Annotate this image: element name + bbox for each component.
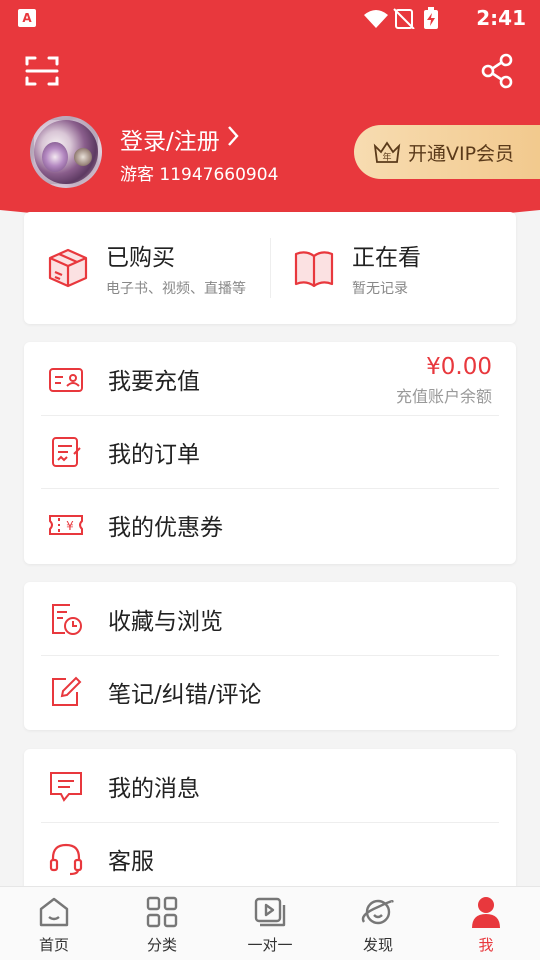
login-register-label: 登录/注册 [120,129,220,155]
tab-discover-label: 发现 [362,936,393,954]
messages-label: 我的消息 [108,775,200,802]
purchased-subtitle: 电子书、视频、直播等 [106,281,246,297]
home-icon [39,897,69,927]
battery-charging-icon [424,7,438,29]
orders-label: 我的订单 [108,442,200,468]
support-menu: 我的消息 客服 [24,749,516,899]
svg-text:¥: ¥ [66,519,74,533]
messages-item[interactable]: 我的消息 [24,749,516,822]
bottom-tab-bar: 首页 分类 一对一 发现 我 [0,886,540,960]
open-vip-button[interactable]: 年 开通VIP会员 [354,125,540,179]
tab-home-label: 首页 [38,936,69,954]
customer-service-item[interactable]: 客服 [41,822,499,895]
purchased-title: 已购买 [106,245,175,271]
customer-service-label: 客服 [108,849,154,875]
video-icon [254,897,286,927]
coupons-item[interactable]: ¥ 我的优惠券 [41,488,499,561]
history-icon [52,603,82,635]
tab-discover[interactable]: 发现 [324,887,432,960]
balance-label: 充值账户余额 [395,387,492,406]
box-icon [48,248,88,288]
tab-me[interactable]: 我 [432,887,540,960]
favorites-history-label: 收藏与浏览 [108,608,223,635]
coupon-icon: ¥ [49,515,83,535]
tab-category-label: 分类 [146,936,177,954]
open-vip-label: 开通VIP会员 [408,142,515,165]
id-card-icon [49,367,83,392]
summary-card: 已购买 电子书、视频、直播等 正在看 暂无记录 [24,212,516,324]
balance: ¥0.00 充值账户余额 [396,354,492,407]
headset-icon [49,843,83,876]
chevron-right-icon [226,125,240,153]
status-icons [362,7,448,33]
purchased-entry[interactable]: 已购买 电子书、视频、直播等 [24,212,270,324]
activity-menu: 收藏与浏览 笔记/纠错/评论 [24,582,516,730]
watching-title: 正在看 [352,245,421,271]
share-icon[interactable] [480,53,516,89]
svg-text:年: 年 [382,151,391,163]
favorites-history-item[interactable]: 收藏与浏览 [24,582,516,655]
scan-icon[interactable] [24,53,60,89]
user-icon [472,897,500,928]
app-notification-icon: A [18,9,36,27]
clock: 2:41 [476,6,526,30]
watching-entry[interactable]: 正在看 暂无记录 [270,212,516,324]
account-menu: 我要充值 ¥0.00 充值账户余额 我的订单 ¥ 我的优惠券 [24,342,516,564]
planet-icon [361,899,394,925]
avatar[interactable] [30,116,102,188]
balance-amount: ¥0.00 [426,354,492,380]
tab-me-label: 我 [478,936,494,954]
tab-one-on-one[interactable]: 一对一 [216,887,324,960]
message-icon [50,771,82,802]
recharge-label: 我要充值 [108,368,200,395]
edit-icon [52,676,82,706]
login-register-link[interactable]: 登录/注册 [120,122,240,156]
tab-category[interactable]: 分类 [108,887,216,960]
notes-item[interactable]: 笔记/纠错/评论 [41,655,499,728]
wifi-icon [364,10,388,28]
order-document-icon [52,437,81,467]
tab-one-on-one-label: 一对一 [247,936,293,954]
crown-icon: 年 [373,141,401,163]
orders-item[interactable]: 我的订单 [41,415,499,488]
no-sim-icon [393,8,415,30]
recharge-item[interactable]: 我要充值 ¥0.00 充值账户余额 [24,342,516,415]
guest-id: 游客 11947660904 [120,165,279,185]
watching-subtitle: 暂无记录 [352,281,408,297]
tab-home[interactable]: 首页 [0,887,108,960]
grid-icon [146,896,178,928]
notes-label: 笔记/纠错/评论 [108,682,262,708]
coupons-label: 我的优惠券 [108,515,223,541]
status-bar: A 2:41 [0,0,540,36]
open-book-icon [294,251,334,288]
